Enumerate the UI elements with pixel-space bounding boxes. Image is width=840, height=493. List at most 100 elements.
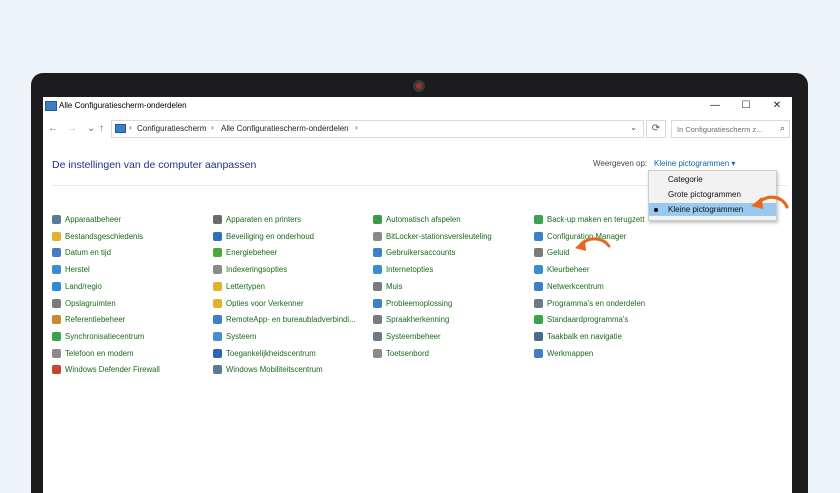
item-label: Automatisch afspelen [386, 215, 461, 224]
recent-locations-button[interactable]: ⌄ [87, 123, 95, 134]
item-label: Programma's en onderdelen [547, 298, 646, 308]
programs-icon [534, 298, 543, 308]
taskbar-icon [534, 331, 543, 341]
item-label: Datum en tijd [65, 248, 111, 258]
control-panel-icon [45, 101, 57, 111]
maximize-button[interactable]: ☐ [733, 99, 759, 113]
item-label: Windows Defender Firewall [65, 365, 160, 375]
item-label: Windows Mobiliteitscentrum [226, 365, 323, 375]
firewall-icon [52, 365, 61, 375]
search-icon[interactable]: ⌕ [780, 123, 785, 134]
item-label: Energiebeheer [226, 248, 278, 258]
item-label: RemoteApp- en bureaubladverbindi... [226, 315, 356, 325]
item-label: Muis [386, 281, 403, 291]
breadcrumb-all-items[interactable]: Alle Configuratiescherm-onderdelen [221, 124, 349, 133]
window-title: Alle Configuratiescherm-onderdelen [59, 101, 187, 110]
item-label: Opties voor Verkenner [226, 298, 304, 308]
keyboard-icon [373, 348, 382, 358]
item-label: Beveiliging en onderhoud [226, 231, 315, 241]
item-label: Taakbalk en navigatie [547, 331, 622, 341]
mouse-icon [373, 281, 382, 291]
troubleshoot-icon [373, 298, 382, 308]
autoplay-icon [373, 215, 382, 224]
index-icon [213, 265, 222, 275]
address-row: ← → ⌄ ↑ › Configuratiescherm › Alle Conf… [43, 115, 792, 141]
device-manager-icon [52, 215, 61, 224]
flag-icon [213, 231, 222, 241]
item-label: Toetsenbord [386, 348, 429, 358]
title-bar: Alle Configuratiescherm-onderdelen — ☐ ✕ [43, 97, 792, 115]
item-label: Lettertypen [226, 281, 266, 291]
item-label: Netwerkcentrum [547, 281, 604, 291]
item-label: Toegankelijkheidscentrum [226, 348, 316, 358]
webcam [413, 80, 425, 92]
bitlocker-icon [373, 231, 382, 241]
screen: Alle Configuratiescherm-onderdelen — ☐ ✕… [43, 97, 792, 493]
breadcrumb-separator[interactable]: › [355, 123, 358, 132]
remote-icon [213, 315, 222, 325]
item-label: Telefoon en modem [65, 348, 134, 358]
item-label: BitLocker-stationsversleuteling [386, 231, 492, 241]
admin-tools-icon [373, 331, 382, 341]
system-icon [213, 331, 222, 341]
item-label: Synchronisatiecentrum [65, 331, 145, 341]
address-bar[interactable]: › Configuratiescherm › Alle Configuratie… [111, 120, 644, 138]
font-icon [213, 281, 222, 291]
item-label: Indexeringsopties [226, 265, 288, 275]
mobility-icon [213, 365, 222, 375]
item-label: Gebruikersaccounts [386, 248, 456, 258]
minimize-button[interactable]: — [702, 99, 728, 113]
power-icon [213, 248, 222, 258]
file-history-icon [52, 231, 61, 241]
search-placeholder: In Configuratiescherm z... [677, 125, 763, 134]
internet-icon [373, 265, 382, 275]
annotation-arrow-menu [751, 195, 789, 209]
view-by-dropdown[interactable]: Kleine pictogrammen ▾ [654, 159, 735, 168]
folder-options-icon [213, 298, 222, 308]
page-title: De instellingen van de computer aanpasse… [52, 159, 257, 171]
breadcrumb-control-panel[interactable]: Configuratiescherm [137, 124, 206, 133]
item-label: Kleurbeheer [547, 265, 590, 275]
forward-button[interactable]: → [67, 123, 77, 134]
work-folders-icon [534, 348, 543, 358]
item-label: Land/regio [65, 281, 102, 291]
item-label: Herstel [65, 265, 90, 275]
printer-icon [213, 215, 222, 224]
recovery-icon [52, 265, 61, 275]
view-by-label: Weergeven op: [593, 159, 648, 168]
item-label: Systeembeheer [386, 331, 441, 341]
default-programs-icon [534, 315, 543, 325]
item-label: Internetopties [386, 265, 434, 275]
color-icon [534, 265, 543, 275]
config-manager-icon [534, 231, 543, 241]
item-label: Opslagruimten [65, 298, 116, 308]
refresh-button[interactable]: ⟳ [646, 120, 666, 138]
close-button[interactable]: ✕ [764, 99, 790, 113]
menu-item-categorie[interactable]: Categorie [649, 173, 776, 186]
storage-icon [52, 298, 61, 308]
credential-icon [52, 315, 61, 325]
up-button[interactable]: ↑ [99, 123, 104, 134]
search-input[interactable]: In Configuratiescherm z... ⌕ [671, 120, 790, 138]
phone-icon [52, 348, 61, 358]
item-label: Back-up maken en terugzett [547, 215, 645, 224]
network-icon [534, 281, 543, 291]
item-label: Bestandsgeschiedenis [65, 231, 144, 241]
microphone-icon [373, 315, 382, 325]
item-label: Werkmappen [547, 348, 594, 358]
users-icon [373, 248, 382, 258]
item-label: Probleemoplossing [386, 298, 453, 308]
clock-icon [52, 248, 61, 258]
breadcrumb-separator: › [129, 123, 132, 132]
item-label: Spraakherkenning [386, 315, 450, 325]
item-label: Apparaten en printers [226, 215, 301, 224]
back-button[interactable]: ← [48, 123, 58, 134]
breadcrumb-separator[interactable]: › [211, 123, 214, 132]
globe-icon [52, 281, 61, 291]
item-label: Geluid [547, 248, 570, 258]
backup-icon [534, 215, 543, 224]
item-label: Standaardprogramma's [547, 315, 629, 325]
control-panel-icon [115, 124, 126, 133]
item-label: Systeem [226, 331, 257, 341]
chevron-down-icon[interactable]: ⌄ [630, 123, 637, 132]
